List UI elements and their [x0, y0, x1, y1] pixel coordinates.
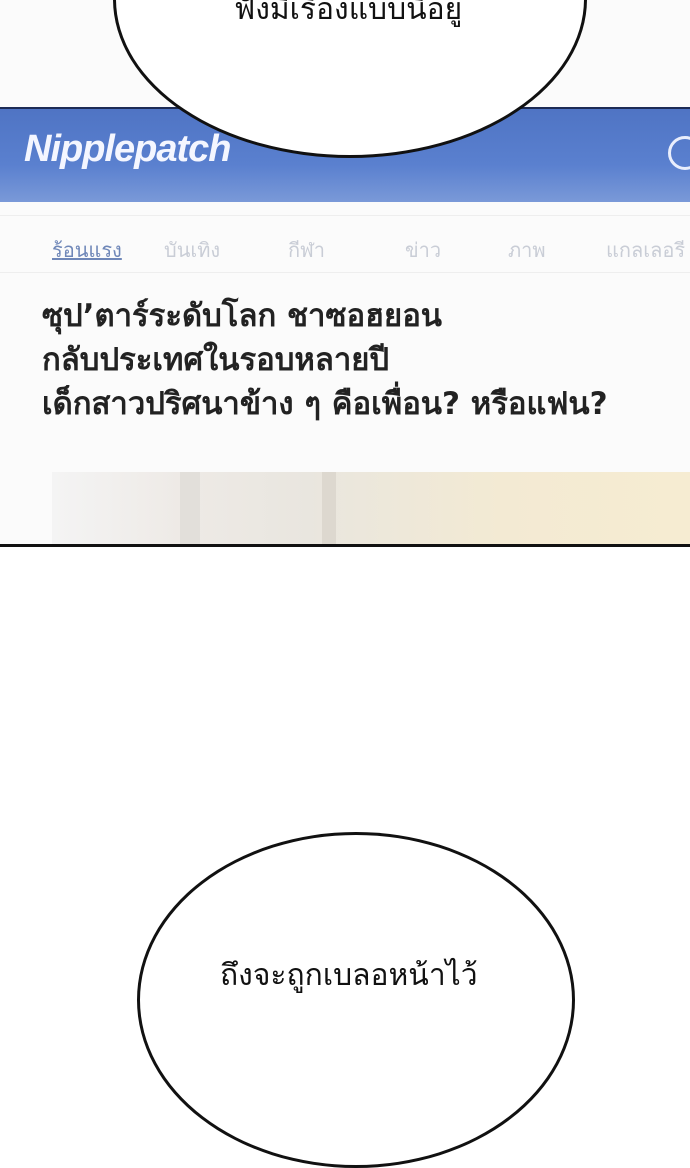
- tab-news[interactable]: ข่าว: [405, 234, 441, 266]
- article-headline[interactable]: ซุป’ตาร์ระดับโลก ชาซอฮยอน กลับประเทศในรอ…: [42, 294, 682, 426]
- tab-gallery[interactable]: แกลเลอรี: [606, 234, 685, 266]
- speech-text-top: ฟังมีเรื่องแบบนี้อยู่: [234, 0, 463, 27]
- article-photo[interactable]: [52, 472, 690, 546]
- tab-photos[interactable]: ภาพ: [508, 234, 546, 266]
- app-logo: Nipplepatch: [24, 128, 231, 170]
- comic-panel: Nipplepatch ร้อนแรง บันเทิง กีฬา ข่าว ภา…: [0, 0, 690, 546]
- tab-sports[interactable]: กีฬา: [288, 234, 325, 266]
- tab-entertainment[interactable]: บันเทิง: [164, 234, 220, 266]
- speech-bubble-bottom: [137, 832, 575, 1168]
- headline-line: เด็กสาวปริศนาข้าง ๆ คือเพื่อน? หรือแฟน?: [42, 386, 608, 422]
- headline-line: กลับประเทศในรอบหลายปี: [42, 342, 390, 378]
- headline-line: ซุป’ตาร์ระดับโลก ชาซอฮยอน: [42, 298, 443, 334]
- category-tabs: ร้อนแรง บันเทิง กีฬา ข่าว ภาพ แกลเลอรี: [0, 215, 690, 273]
- panel-border: [0, 544, 690, 547]
- speech-text-bottom: ถึงจะถูกเบลอหน้าไว้: [220, 958, 478, 993]
- photo-detail: [322, 472, 336, 546]
- photo-detail: [180, 472, 200, 546]
- tab-hot[interactable]: ร้อนแรง: [52, 234, 122, 266]
